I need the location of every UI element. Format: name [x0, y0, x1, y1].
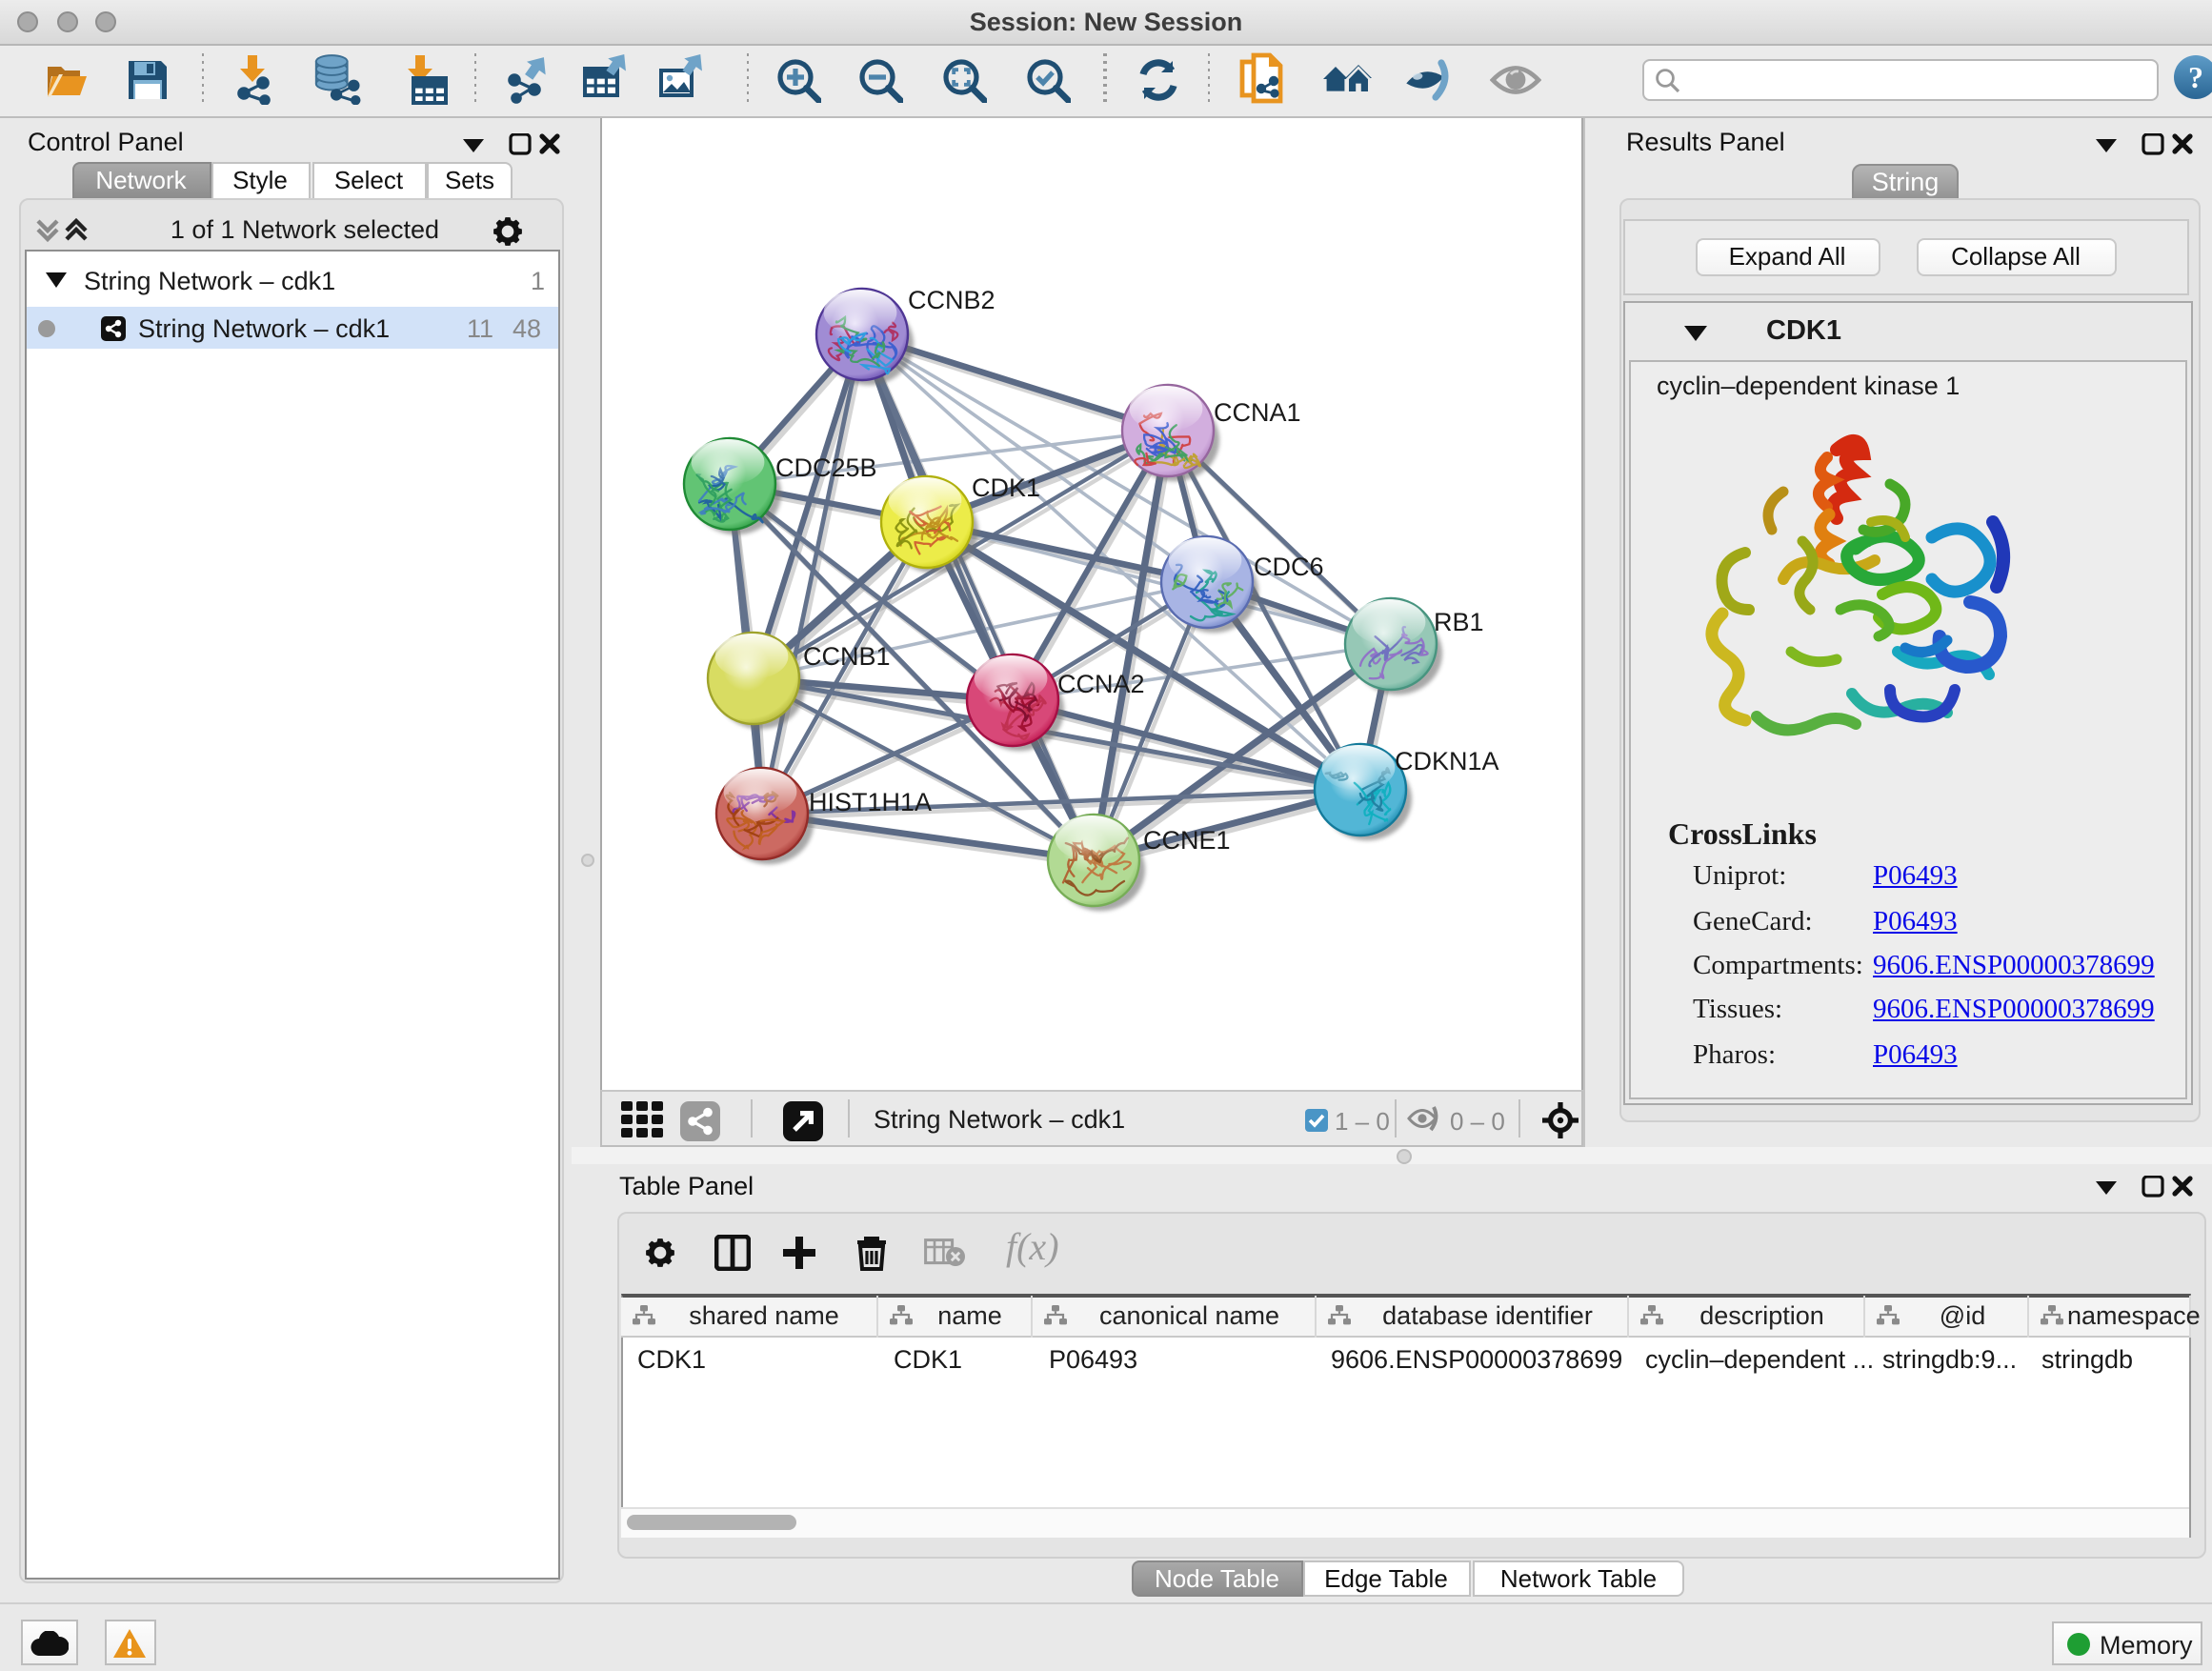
svg-text:CCNB2: CCNB2: [907, 286, 995, 314]
svg-text:CDK1: CDK1: [971, 473, 1039, 502]
svg-text:CDC25B: CDC25B: [774, 453, 876, 482]
svg-text:RB1: RB1: [1433, 608, 1483, 636]
svg-text:CDKN1A: CDKN1A: [1394, 747, 1498, 775]
svg-text:CDC6: CDC6: [1253, 553, 1323, 581]
svg-text:HIST1H1A: HIST1H1A: [808, 788, 931, 816]
svg-text:CCNB1: CCNB1: [802, 642, 890, 671]
svg-text:CCNA2: CCNA2: [1056, 670, 1144, 698]
svg-text:?: ?: [2188, 60, 2203, 94]
svg-text:CCNE1: CCNE1: [1142, 826, 1230, 855]
svg-text:CCNA1: CCNA1: [1213, 398, 1300, 427]
